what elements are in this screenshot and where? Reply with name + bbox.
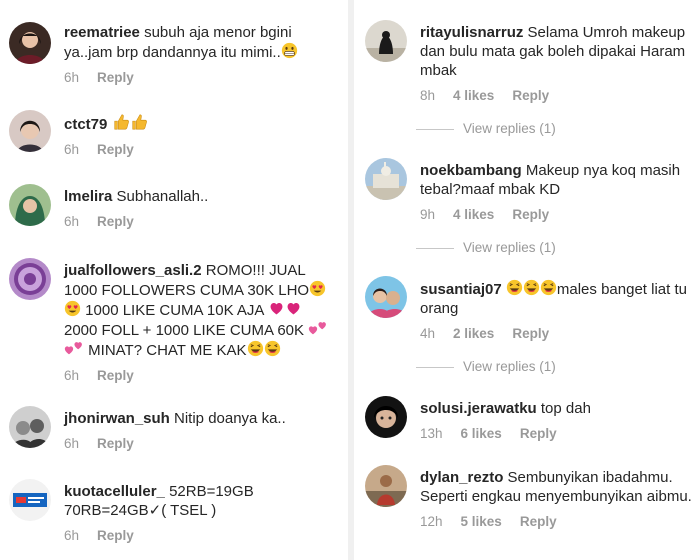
comment-body: noekbambang Makeup nya koq masih tebal?m… xyxy=(420,161,694,222)
comment-body: kuotacelluler_ 52RB=19GB 70RB=24GB✓( TSE… xyxy=(64,482,339,543)
comment-body: solusi.jerawatku top dah 13h 6 likes Reply xyxy=(420,399,694,441)
avatar[interactable] xyxy=(9,110,51,152)
reply-button[interactable]: Reply xyxy=(97,368,134,383)
likes-count[interactable]: 5 likes xyxy=(461,514,502,529)
comment-body: jualfollowers_asli.2 ROMO!!! JUAL 1000 F… xyxy=(64,261,339,383)
reply-button[interactable]: Reply xyxy=(97,528,134,543)
laughing-icon xyxy=(247,340,264,357)
comment-text: 2000 FOLL + 1000 LIKE CUMA 60K xyxy=(64,322,305,339)
reply-button[interactable]: Reply xyxy=(520,514,557,529)
avatar[interactable] xyxy=(9,406,51,448)
timestamp: 13h xyxy=(420,426,443,441)
avatar[interactable] xyxy=(9,258,51,300)
comment-text: Subhanallah.. xyxy=(116,188,209,205)
username-link[interactable]: jualfollowers_asli.2 xyxy=(64,262,202,279)
heart-icon xyxy=(285,300,302,317)
username-link[interactable]: noekbambang xyxy=(420,162,522,179)
avatar[interactable] xyxy=(365,20,407,62)
thumbs-up-icon xyxy=(112,113,130,131)
reply-button[interactable]: Reply xyxy=(512,88,549,103)
timestamp: 8h xyxy=(420,88,436,103)
username-link[interactable]: lmelira xyxy=(64,188,112,205)
timestamp: 6h xyxy=(64,214,80,229)
avatar[interactable] xyxy=(9,22,51,64)
avatar[interactable] xyxy=(9,479,51,521)
timestamp: 9h xyxy=(420,207,436,222)
reply-button[interactable]: Reply xyxy=(512,326,549,341)
comment-text: Nitip doanya ka.. xyxy=(174,410,286,427)
timestamp: 6h xyxy=(64,368,80,383)
likes-count[interactable]: 6 likes xyxy=(461,426,502,441)
comment-text: MINAT? CHAT ME KAK xyxy=(88,342,247,359)
heart-eyes-icon xyxy=(64,300,81,317)
comment-body: reematriee subuh aja menor bgini ya..jam… xyxy=(64,23,339,85)
two-hearts-icon xyxy=(308,320,328,337)
left-comment-column: reematriee subuh aja menor bgini ya..jam… xyxy=(0,0,345,560)
reply-button[interactable]: Reply xyxy=(520,426,557,441)
right-comment-column: ritayulisnarruz Selama Umroh makeup dan … xyxy=(356,0,700,560)
username-link[interactable]: susantiaj07 xyxy=(420,281,502,298)
column-divider xyxy=(348,0,354,560)
reply-button[interactable]: Reply xyxy=(97,142,134,157)
avatar[interactable] xyxy=(365,465,407,507)
likes-count[interactable]: 4 likes xyxy=(453,207,494,222)
username-link[interactable]: solusi.jerawatku xyxy=(420,400,537,417)
laughing-icon xyxy=(506,279,523,296)
reply-button[interactable]: Reply xyxy=(97,436,134,451)
comment-body: dylan_rezto Sembunyikan ibadahmu. Sepert… xyxy=(420,468,694,529)
comment-body: lmelira Subhanallah.. 6h Reply xyxy=(64,187,339,229)
view-replies-link[interactable]: View replies (1) xyxy=(416,359,556,374)
username-link[interactable]: dylan_rezto xyxy=(420,469,503,486)
avatar[interactable] xyxy=(9,184,51,226)
avatar[interactable] xyxy=(365,396,407,438)
laughing-icon xyxy=(264,340,281,357)
likes-count[interactable]: 4 likes xyxy=(453,88,494,103)
thumbs-up-icon xyxy=(130,113,148,131)
timestamp: 12h xyxy=(420,514,443,529)
avatar[interactable] xyxy=(365,158,407,200)
avatar[interactable] xyxy=(365,276,407,318)
username-link[interactable]: jhonirwan_suh xyxy=(64,410,170,427)
timestamp: 6h xyxy=(64,528,80,543)
likes-count[interactable]: 2 likes xyxy=(453,326,494,341)
timestamp: 6h xyxy=(64,142,80,157)
timestamp: 6h xyxy=(64,436,80,451)
heart-eyes-icon xyxy=(309,280,326,297)
view-replies-link[interactable]: View replies (1) xyxy=(416,121,556,136)
comment-body: susantiaj07 males banget liat tu orang 4… xyxy=(420,279,694,341)
laughing-icon xyxy=(540,279,557,296)
timestamp: 4h xyxy=(420,326,436,341)
username-link[interactable]: reematriee xyxy=(64,24,140,41)
reply-button[interactable]: Reply xyxy=(97,70,134,85)
username-link[interactable]: kuotacelluler_ xyxy=(64,483,165,500)
comment-body: jhonirwan_suh Nitip doanya ka.. 6h Reply xyxy=(64,409,339,451)
comment-body: ctct79 6h Reply xyxy=(64,113,339,157)
heart-icon xyxy=(268,300,285,317)
two-hearts-icon xyxy=(64,340,84,357)
reply-button[interactable]: Reply xyxy=(97,214,134,229)
reply-button[interactable]: Reply xyxy=(512,207,549,222)
username-link[interactable]: ctct79 xyxy=(64,116,107,133)
view-replies-link[interactable]: View replies (1) xyxy=(416,240,556,255)
comment-text: 1000 LIKE CUMA 10K AJA xyxy=(85,302,264,319)
laughing-icon xyxy=(523,279,540,296)
grin-icon xyxy=(281,42,298,59)
timestamp: 6h xyxy=(64,70,80,85)
comment-text: top dah xyxy=(540,400,591,417)
comment-body: ritayulisnarruz Selama Umroh makeup dan … xyxy=(420,23,694,103)
username-link[interactable]: ritayulisnarruz xyxy=(420,24,523,41)
